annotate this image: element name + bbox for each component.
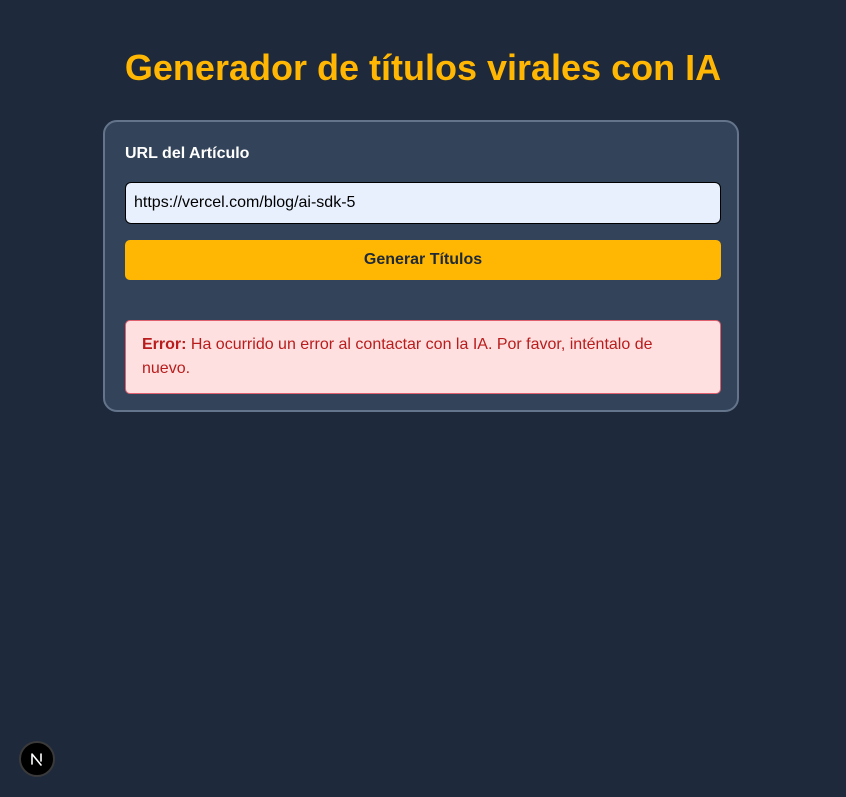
- error-alert: Error: Ha ocurrido un error al contactar…: [125, 320, 721, 394]
- nextjs-logo-icon: [31, 753, 42, 766]
- error-message: Ha ocurrido un error al contactar con la…: [142, 336, 653, 377]
- nextjs-dev-badge[interactable]: [19, 741, 55, 777]
- url-field-label: URL del Artículo: [125, 145, 250, 162]
- generate-titles-button[interactable]: Generar Títulos: [125, 240, 721, 280]
- url-form-card: URL del Artículo Generar Títulos Error: …: [103, 120, 739, 412]
- page-title: Generador de títulos virales con IA: [124, 47, 722, 88]
- error-prefix: Error:: [142, 336, 187, 353]
- url-input[interactable]: [125, 182, 721, 224]
